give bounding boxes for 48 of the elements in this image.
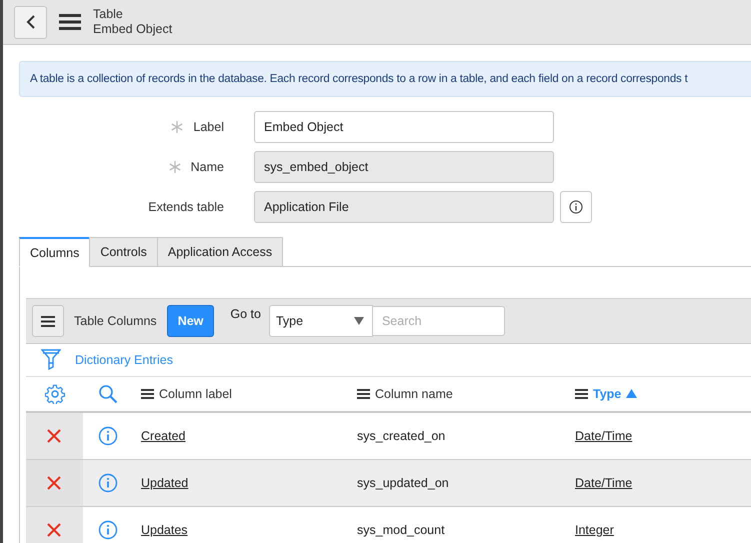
info-icon[interactable] bbox=[98, 520, 118, 540]
info-message: A table is a collection of records in the database. Each record corresponds to a row in a table, and each field on a record corresponds t bbox=[19, 61, 751, 97]
field-label: Label bbox=[193, 120, 224, 134]
table-cell: sys_mod_count bbox=[357, 523, 445, 537]
column-label-link[interactable]: Updated bbox=[141, 476, 188, 490]
goto-label: Go to bbox=[230, 307, 261, 321]
filter-icon[interactable] bbox=[41, 349, 61, 371]
field-label: Name bbox=[190, 160, 224, 174]
menu-icon[interactable] bbox=[357, 388, 370, 398]
input-field[interactable]: Application File bbox=[254, 191, 554, 223]
record-title: Embed Object bbox=[93, 22, 172, 37]
search-field[interactable]: Search bbox=[372, 306, 505, 336]
delete-icon[interactable] bbox=[47, 523, 61, 538]
list-menu-button[interactable] bbox=[32, 305, 64, 337]
field-label: Extends table bbox=[148, 200, 224, 214]
info-icon[interactable] bbox=[98, 473, 118, 493]
input-field[interactable]: Embed Object bbox=[254, 111, 554, 143]
back-button[interactable] bbox=[14, 6, 47, 38]
tab[interactable]: Columns bbox=[19, 237, 90, 267]
column-label-link[interactable]: Created bbox=[141, 429, 186, 443]
list-title: Table Columns bbox=[74, 314, 157, 328]
dropdown-icon bbox=[354, 317, 364, 325]
sort-ascending-icon bbox=[626, 389, 638, 398]
record-type: Table bbox=[93, 7, 124, 22]
type-link[interactable]: Integer bbox=[575, 523, 614, 537]
info-icon bbox=[569, 200, 583, 214]
chevron-left-icon bbox=[26, 15, 36, 29]
delete-icon[interactable] bbox=[47, 476, 61, 490]
delete-icon[interactable] bbox=[47, 429, 61, 444]
menu-icon bbox=[41, 316, 55, 326]
field-select[interactable]: Type bbox=[268, 305, 373, 337]
menu-icon[interactable] bbox=[141, 388, 154, 398]
tab[interactable]: Controls bbox=[89, 237, 158, 267]
menu-icon[interactable] bbox=[59, 14, 81, 30]
table-cell: sys_created_on bbox=[357, 429, 446, 443]
column-header[interactable]: Column label bbox=[159, 386, 232, 400]
info-button[interactable] bbox=[560, 191, 592, 223]
info-icon[interactable] bbox=[98, 426, 118, 446]
table-cell: sys_updated_on bbox=[357, 476, 449, 490]
tab[interactable]: Application Access bbox=[156, 237, 284, 267]
search-icon[interactable] bbox=[98, 384, 118, 404]
menu-icon[interactable] bbox=[575, 388, 588, 398]
gear-icon[interactable] bbox=[44, 384, 64, 404]
input-field[interactable]: sys_embed_object bbox=[254, 151, 554, 183]
column-header[interactable]: Column name bbox=[375, 386, 453, 400]
type-link[interactable]: Date/Time bbox=[575, 429, 632, 443]
column-label-link[interactable]: Updates bbox=[141, 523, 188, 537]
type-link[interactable]: Date/Time bbox=[575, 476, 632, 490]
